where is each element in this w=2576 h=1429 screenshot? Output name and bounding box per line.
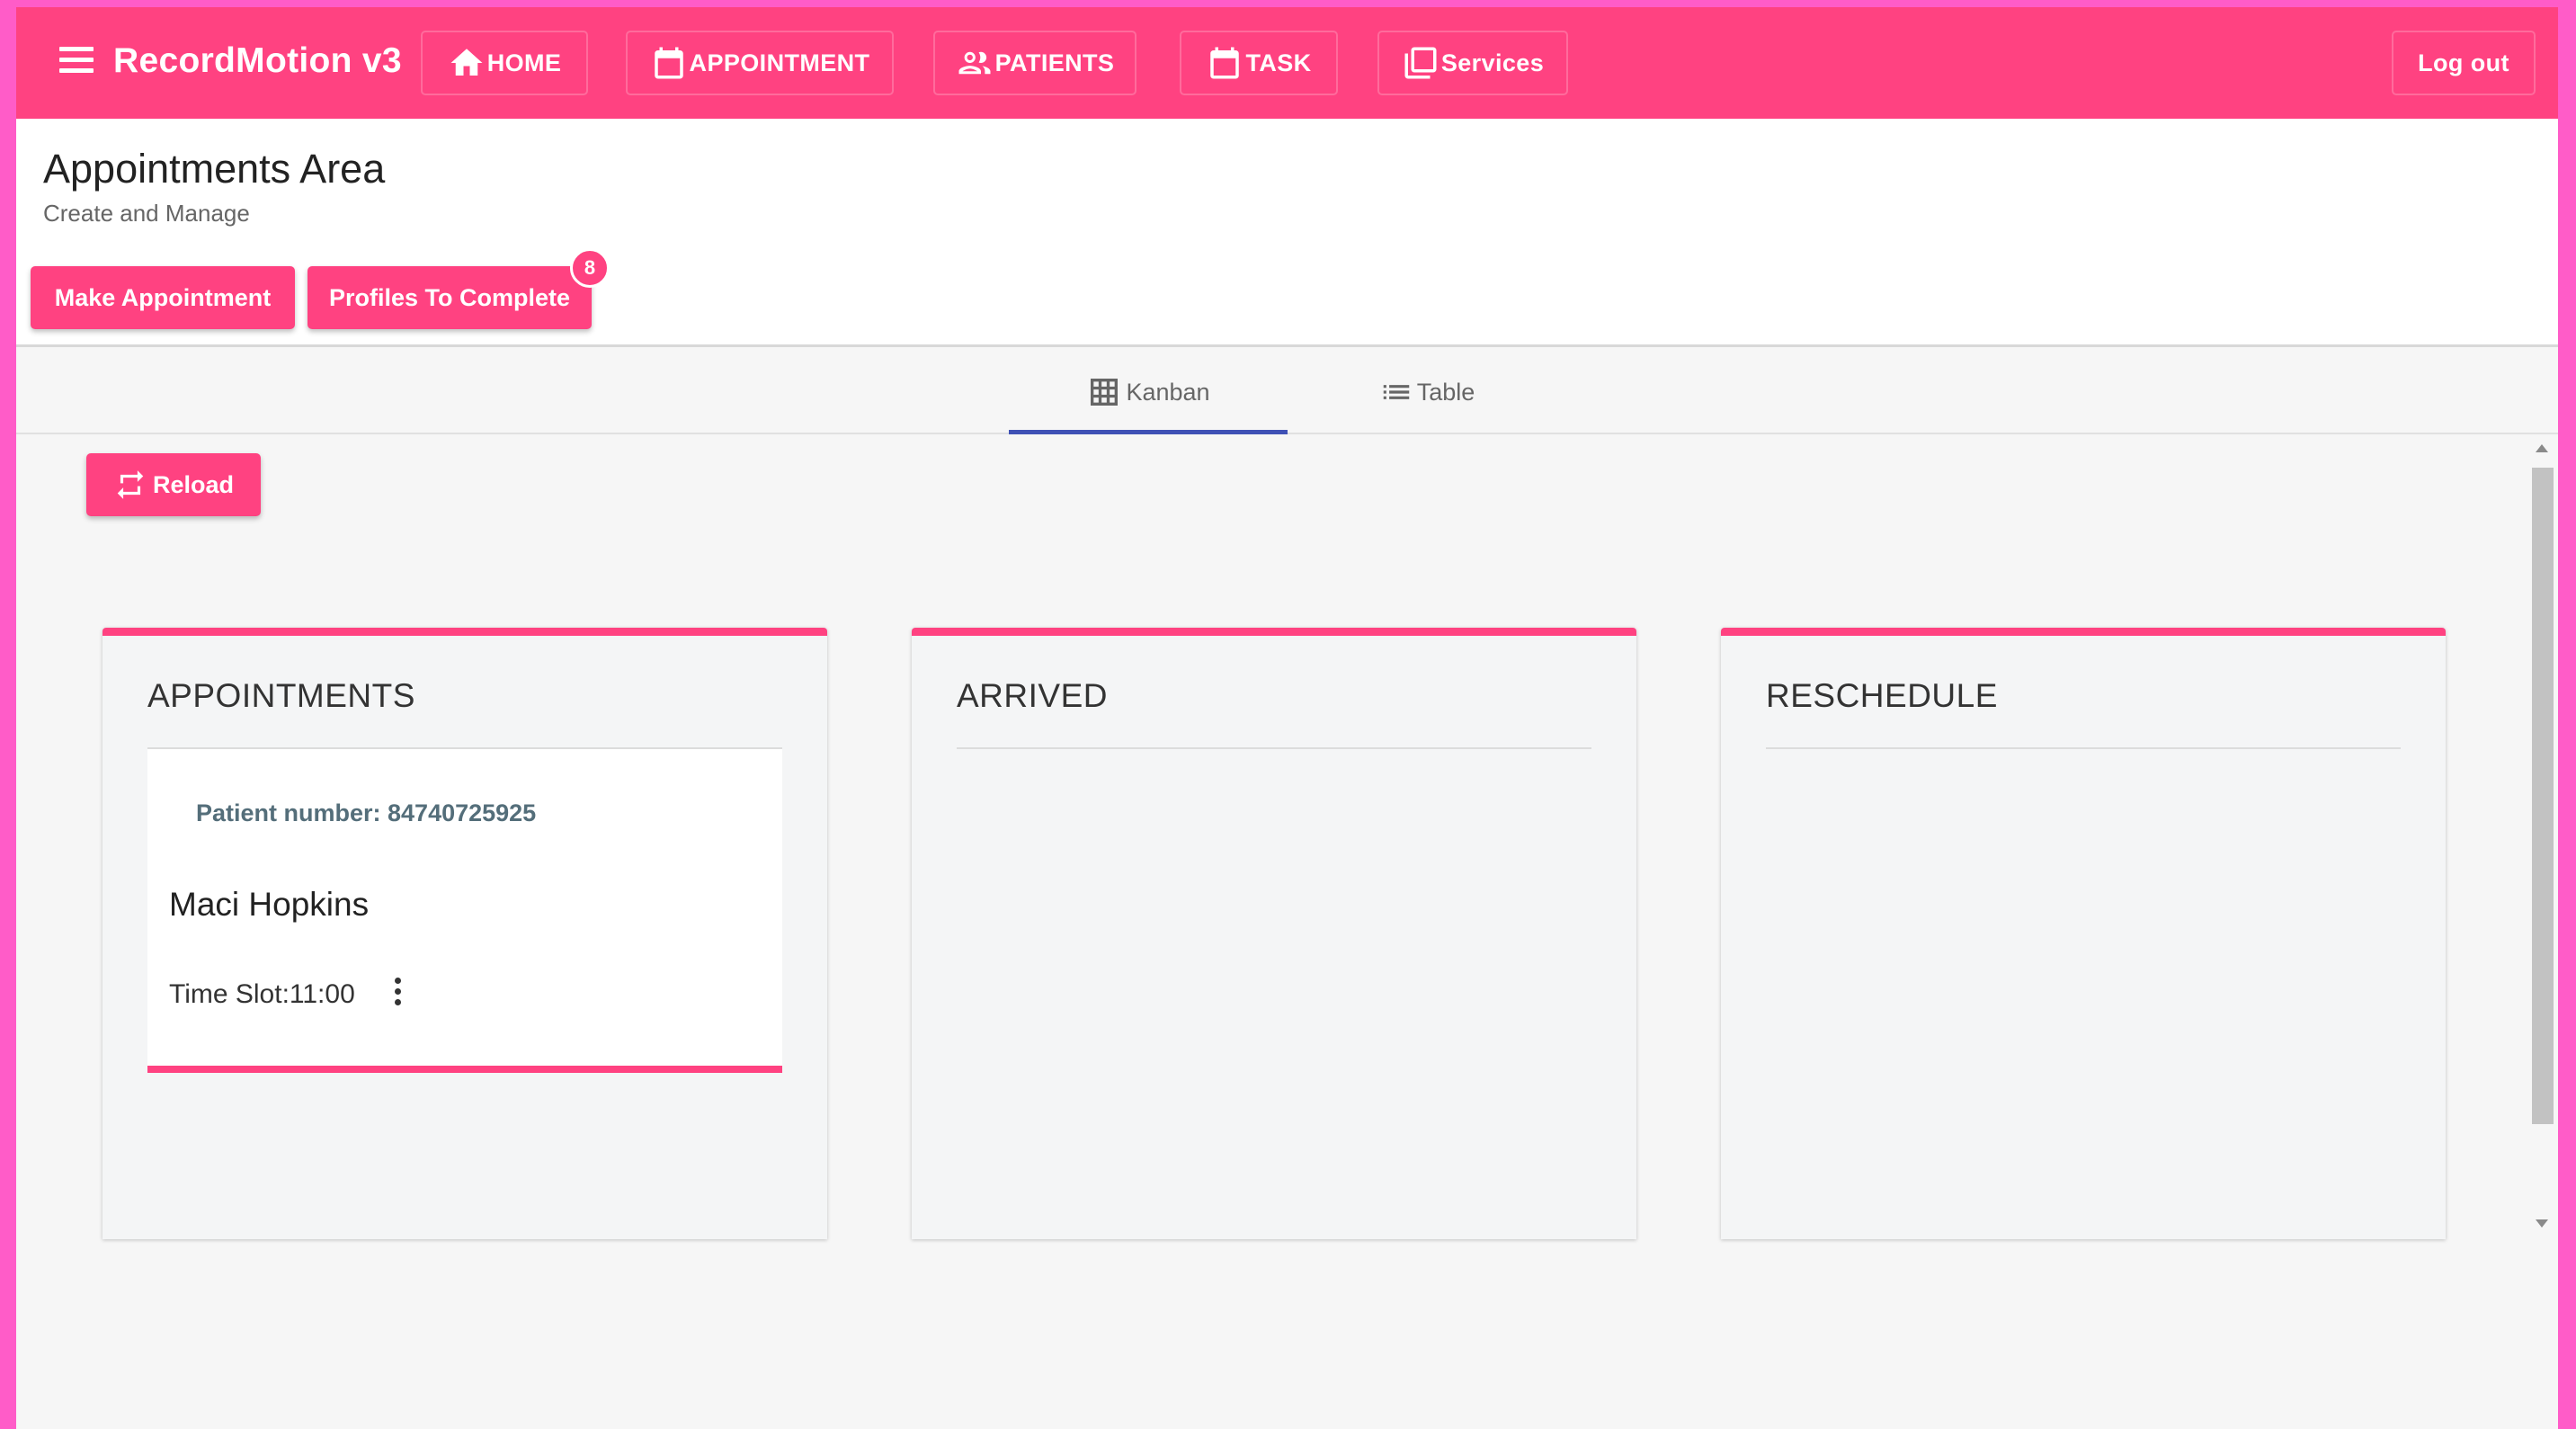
nav-patients-button[interactable]: PATIENTS bbox=[933, 31, 1136, 95]
grid-icon bbox=[1091, 379, 1119, 406]
column-title: RESCHEDULE bbox=[1766, 677, 1998, 714]
page-title: Appointments Area bbox=[43, 146, 386, 192]
column-title: ARRIVED bbox=[957, 677, 1108, 714]
app-window: RecordMotion v3 HOME APPOINTMENT PATIENT… bbox=[16, 7, 2558, 1429]
time-slot: Time Slot:11:00 bbox=[169, 979, 355, 1009]
patient-name: Maci Hopkins bbox=[169, 886, 370, 923]
nav-services-label: Services bbox=[1440, 49, 1545, 76]
logout-button[interactable]: Log out bbox=[2392, 31, 2536, 95]
column-divider bbox=[957, 747, 1591, 749]
calendar-icon bbox=[1210, 47, 1240, 79]
tab-kanban[interactable]: Kanban bbox=[1009, 350, 1288, 434]
nav-services-button[interactable]: Services bbox=[1377, 31, 1568, 95]
more-vert-icon[interactable] bbox=[388, 978, 406, 1014]
people-icon bbox=[958, 51, 991, 75]
tab-table[interactable]: Table bbox=[1288, 350, 1566, 434]
column-title: APPOINTMENTS bbox=[147, 677, 415, 714]
nav-home-label: HOME bbox=[486, 49, 562, 76]
profiles-to-complete-button[interactable]: Profiles To Complete bbox=[308, 266, 592, 329]
tab-table-label: Table bbox=[1416, 378, 1475, 406]
scroll-up-arrow-icon[interactable] bbox=[2536, 444, 2548, 452]
calendar-icon bbox=[654, 47, 683, 79]
page-subtitle: Create and Manage bbox=[43, 200, 250, 227]
column-divider bbox=[1766, 747, 2401, 749]
view-tabs: Kanban Table bbox=[16, 350, 2558, 434]
top-app-bar: RecordMotion v3 HOME APPOINTMENT PATIENT… bbox=[16, 7, 2558, 119]
reload-label: Reload bbox=[152, 470, 235, 498]
copy-icon bbox=[1404, 47, 1437, 79]
kanban-column-arrived: ARRIVED bbox=[912, 628, 1636, 1239]
nav-patients-label: PATIENTS bbox=[994, 49, 1115, 76]
tab-kanban-label: Kanban bbox=[1126, 378, 1210, 406]
active-tab-indicator bbox=[1009, 430, 1288, 434]
nav-appointment-label: APPOINTMENT bbox=[689, 49, 870, 76]
list-icon bbox=[1383, 385, 1409, 399]
scroll-down-arrow-icon[interactable] bbox=[2536, 1219, 2548, 1228]
appointment-card[interactable]: Patient number: 84740725925 Maci Hopkins… bbox=[147, 749, 782, 1073]
profiles-count-badge: 8 bbox=[570, 248, 610, 288]
scroll-thumb[interactable] bbox=[2532, 468, 2554, 1124]
nav-task-label: TASK bbox=[1245, 49, 1312, 76]
repeat-icon bbox=[117, 470, 144, 499]
page-header: Appointments Area Create and Manage Make… bbox=[16, 119, 2558, 347]
home-icon bbox=[450, 49, 483, 76]
nav-home-button[interactable]: HOME bbox=[421, 31, 588, 95]
vertical-scrollbar[interactable] bbox=[2528, 437, 2555, 1239]
make-appointment-button[interactable]: Make Appointment bbox=[31, 266, 295, 329]
menu-icon[interactable] bbox=[59, 47, 95, 83]
reload-button[interactable]: Reload bbox=[86, 453, 261, 516]
kanban-column-reschedule: RESCHEDULE bbox=[1721, 628, 2446, 1239]
patient-number: Patient number: 84740725925 bbox=[196, 799, 537, 826]
nav-task-button[interactable]: TASK bbox=[1180, 31, 1338, 95]
kanban-column-appointments: APPOINTMENTS Patient number: 84740725925… bbox=[103, 628, 827, 1239]
app-title: RecordMotion v3 bbox=[113, 41, 402, 80]
nav-appointment-button[interactable]: APPOINTMENT bbox=[626, 31, 894, 95]
